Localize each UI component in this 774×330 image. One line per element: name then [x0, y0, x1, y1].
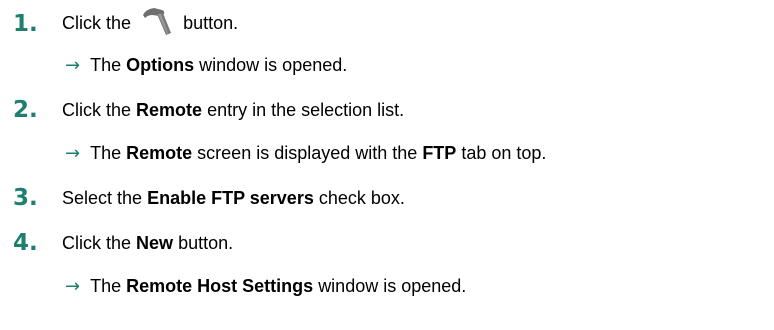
step-number: 3. [13, 184, 38, 211]
result-text-post: window is opened. [199, 54, 348, 75]
arrow-right-icon: → [65, 54, 81, 76]
step-text-pre: Click the [62, 100, 132, 120]
step-1-result: → The Options window is opened. [65, 44, 347, 86]
result-text-bold: Options [126, 54, 195, 75]
result-text-post: window is opened. [318, 275, 467, 296]
step-number: 1. [13, 10, 38, 37]
step-text-bold: New [136, 233, 174, 253]
result-text-pre: The [90, 275, 122, 296]
step-instruction: Click the Remote entry in the selection … [62, 101, 404, 119]
step-text-bold: Enable FTP servers [147, 188, 314, 208]
step-number: 4. [13, 229, 38, 256]
hammer-icon [140, 5, 174, 35]
step-instruction: Click the New button. [62, 234, 233, 252]
step-text-pre: Click the [62, 233, 132, 253]
step-text-post: button. [178, 233, 234, 253]
step-4-result: → The Remote Host Settings window is ope… [65, 265, 466, 307]
step-text-pre: Select the [62, 188, 143, 208]
step-instruction: Select the Enable FTP servers check box. [62, 189, 405, 207]
step-text-post: entry in the selection list. [207, 100, 405, 120]
step-text-post: button. [183, 12, 239, 33]
step-text-bold: Remote [136, 100, 203, 120]
step-number: 2. [13, 96, 38, 123]
result-text-bold: Remote [126, 142, 193, 163]
result-text-mid: screen is displayed with the [197, 142, 418, 163]
result-text-post: tab on top. [461, 142, 547, 163]
arrow-right-icon: → [65, 275, 81, 297]
result-text-bold-2: FTP [422, 142, 457, 163]
step-text-post: check box. [318, 188, 405, 208]
result-text-pre: The [90, 54, 122, 75]
result-text-bold: Remote Host Settings [126, 275, 314, 296]
step-instruction: Click the button. [62, 8, 239, 39]
step-2-result: → The Remote screen is displayed with th… [65, 132, 546, 174]
result-text-pre: The [90, 142, 122, 163]
arrow-right-icon: → [65, 142, 81, 164]
step-text-pre: Click the [62, 12, 132, 33]
